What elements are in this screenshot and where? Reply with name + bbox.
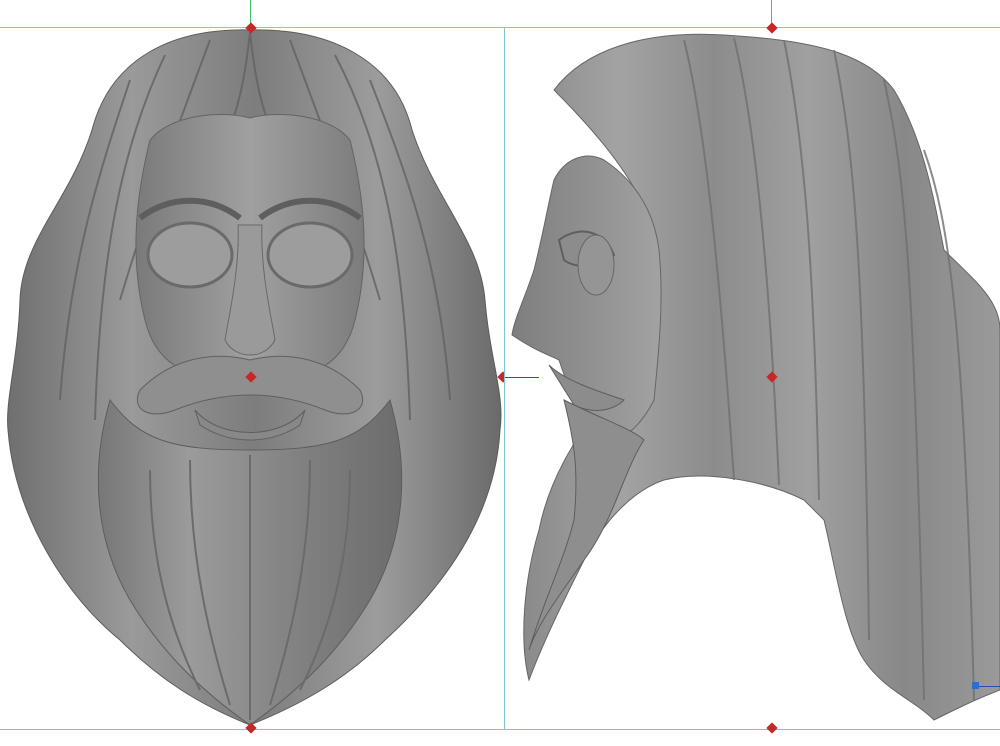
side-head-model[interactable] <box>504 0 1000 746</box>
front-viewport[interactable] <box>0 0 504 746</box>
right-eye <box>266 221 354 289</box>
modeling-canvas[interactable] <box>0 0 1000 746</box>
connector-line <box>505 377 539 378</box>
left-eye <box>146 221 234 289</box>
transform-handle-icon[interactable] <box>972 682 979 689</box>
side-viewport[interactable] <box>504 0 1000 746</box>
